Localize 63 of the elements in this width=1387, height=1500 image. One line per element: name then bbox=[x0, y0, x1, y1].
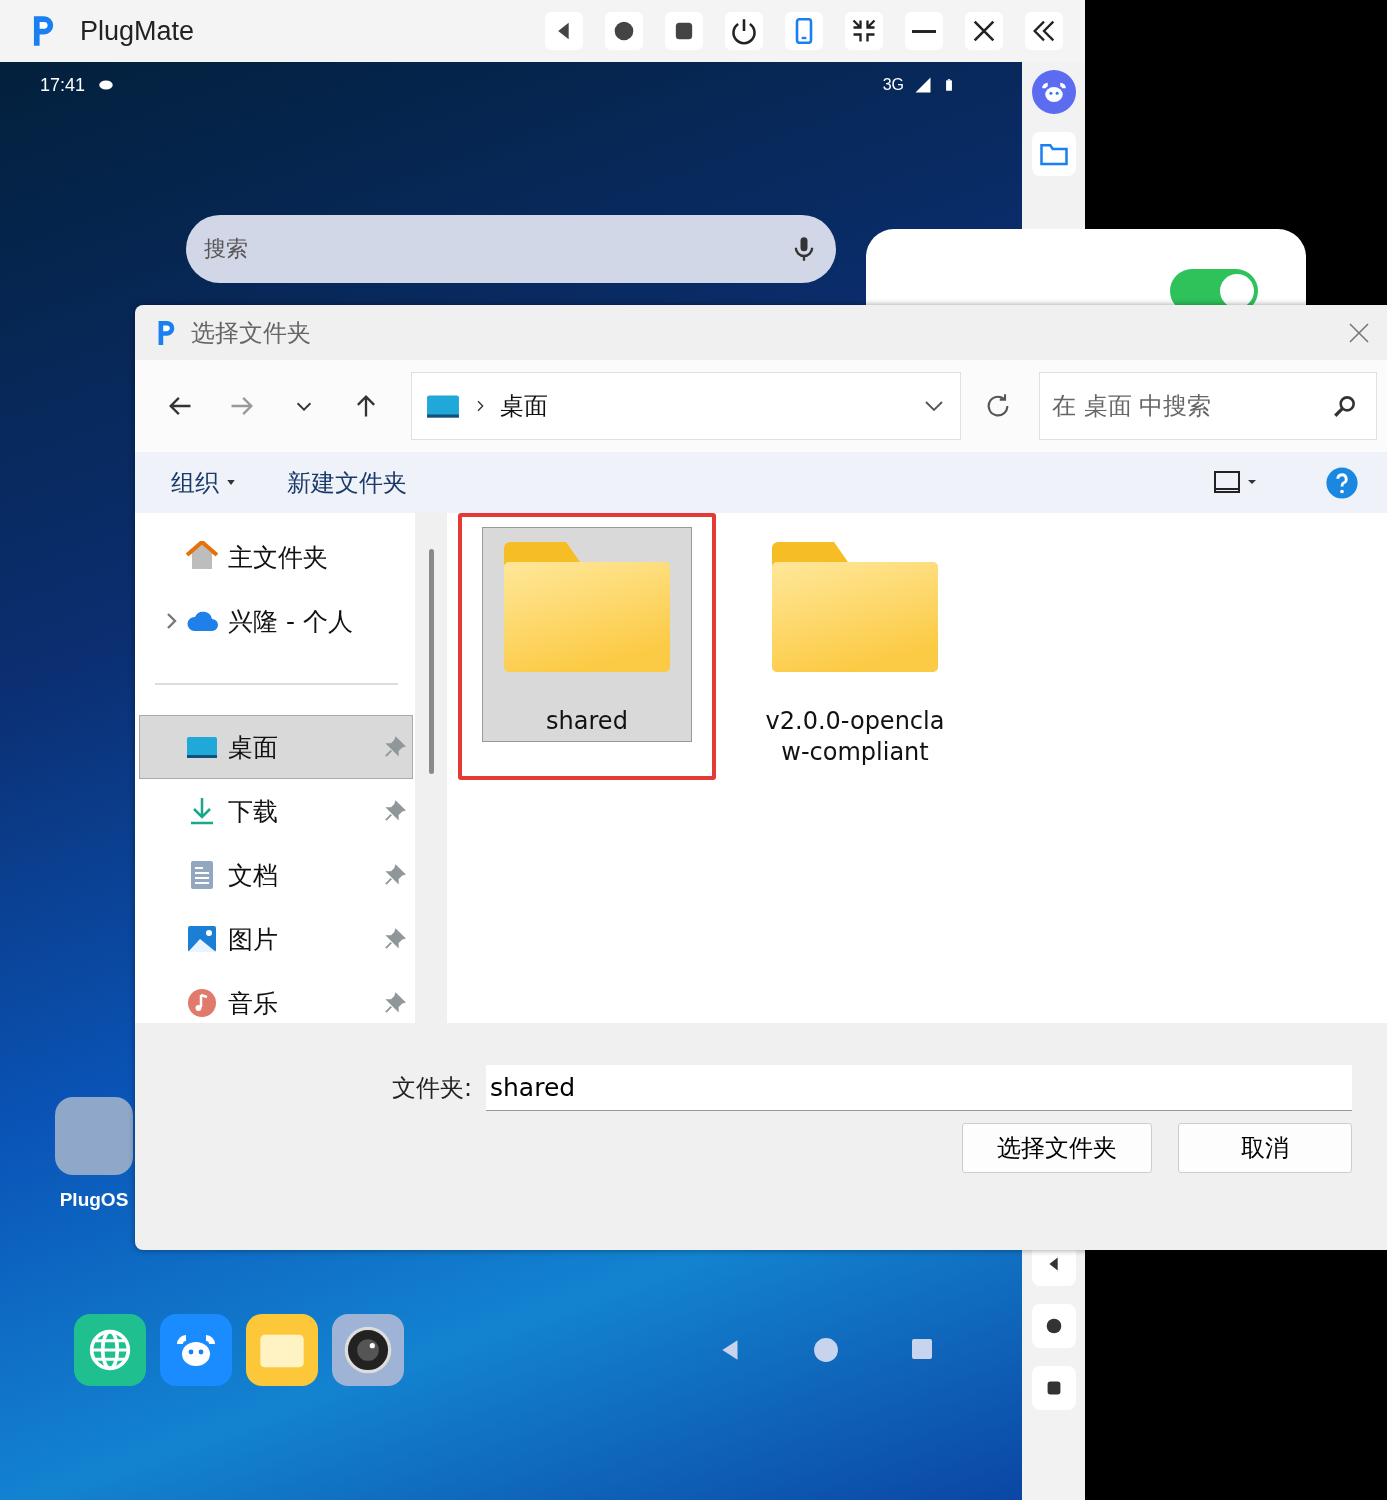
folder-item[interactable]: shared bbox=[482, 527, 692, 742]
app-folder[interactable] bbox=[55, 1097, 133, 1175]
folder-name-field[interactable]: shared bbox=[486, 1065, 1352, 1111]
stop-button[interactable] bbox=[665, 12, 703, 50]
files-app[interactable] bbox=[246, 1314, 318, 1386]
close-button[interactable] bbox=[965, 12, 1003, 50]
music-icon bbox=[186, 987, 218, 1019]
folder-field-label: 文件夹: bbox=[391, 1073, 472, 1104]
shrink-button[interactable] bbox=[845, 12, 883, 50]
caret-icon bbox=[227, 480, 235, 485]
sidebar-item[interactable]: 图片 bbox=[139, 907, 413, 971]
search-bar[interactable]: 搜索 bbox=[186, 215, 836, 283]
scrollbar-thumb[interactable] bbox=[428, 549, 434, 774]
folder-icon bbox=[502, 540, 672, 674]
camera-app[interactable] bbox=[332, 1314, 404, 1386]
power-button[interactable] bbox=[725, 12, 763, 50]
app-title: PlugMate bbox=[80, 15, 196, 47]
minimize-button[interactable] bbox=[905, 12, 943, 50]
search-field[interactable]: 在 桌面 中搜索 bbox=[1039, 372, 1377, 440]
network-type: 3G bbox=[882, 76, 904, 94]
close-icon bbox=[1347, 320, 1371, 345]
folder-item[interactable]: v2.0.0-openclaw-compliant bbox=[750, 527, 960, 773]
globe-icon bbox=[88, 1328, 132, 1372]
home-button[interactable] bbox=[605, 12, 643, 50]
recents-icon bbox=[910, 1337, 934, 1361]
sidebar-item[interactable]: 桌面 bbox=[139, 715, 413, 779]
pin-icon bbox=[384, 992, 406, 1014]
back-button[interactable] bbox=[545, 12, 583, 50]
sidebar-item[interactable]: 主文件夹 bbox=[139, 525, 413, 589]
status-time: 17:41 bbox=[40, 74, 86, 96]
select-folder-button[interactable]: 选择文件夹 bbox=[962, 1123, 1152, 1173]
pin-icon bbox=[384, 800, 406, 822]
pin-icon bbox=[384, 736, 406, 758]
pin-icon bbox=[384, 864, 406, 886]
minimize-icon bbox=[912, 29, 936, 33]
folder-icon bbox=[770, 540, 940, 674]
picture-icon bbox=[186, 923, 218, 955]
home-icon bbox=[813, 1337, 839, 1363]
collapse-button[interactable] bbox=[1025, 12, 1063, 50]
browser-app[interactable] bbox=[74, 1314, 146, 1386]
new-folder-button[interactable]: 新建文件夹 bbox=[273, 460, 421, 505]
folder-label: PlugOS bbox=[59, 1189, 129, 1211]
robot-app[interactable] bbox=[160, 1314, 232, 1386]
folder-button[interactable] bbox=[1031, 132, 1076, 176]
address-bar[interactable]: 桌面 bbox=[411, 372, 961, 440]
recents-button[interactable] bbox=[1031, 1366, 1076, 1410]
phone-button[interactable] bbox=[785, 12, 823, 50]
search-icon bbox=[1332, 393, 1358, 419]
organize-menu[interactable]: 组织 bbox=[157, 460, 249, 505]
shrink-icon bbox=[850, 17, 878, 45]
sidebar-item[interactable]: 下载 bbox=[139, 779, 413, 843]
robot-button[interactable] bbox=[1031, 70, 1076, 114]
pin-icon bbox=[384, 928, 406, 950]
power-icon bbox=[730, 17, 758, 45]
sidebar-item[interactable]: 文档 bbox=[139, 843, 413, 907]
home-button[interactable] bbox=[1031, 1304, 1076, 1348]
sidebar-item[interactable]: 兴隆 - 个人 bbox=[139, 589, 413, 653]
sidebar-item[interactable]: 音乐 bbox=[139, 971, 413, 1023]
signal-icon bbox=[914, 76, 932, 94]
camera-lens-icon bbox=[342, 1324, 394, 1376]
cancel-button[interactable]: 取消 bbox=[1178, 1123, 1352, 1173]
dialog-title: 选择文件夹 bbox=[191, 317, 312, 349]
help-icon bbox=[1325, 465, 1359, 500]
